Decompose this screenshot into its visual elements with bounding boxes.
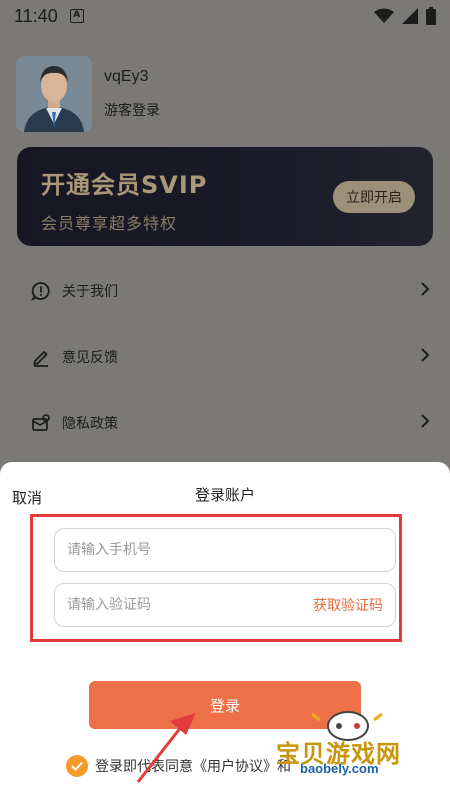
sheet-title: 登录账户 — [194, 486, 255, 504]
menu-item-feedback[interactable]: 意见反馈 — [30, 324, 430, 390]
watermark-url: baobely.com — [300, 761, 379, 776]
phone-field[interactable] — [54, 528, 396, 572]
avatar[interactable] — [16, 56, 92, 132]
privacy-icon — [30, 412, 52, 434]
status-time: 11:40 — [14, 5, 58, 26]
user-agreement-link[interactable]: 《用户协议》 — [193, 756, 277, 776]
vip-open-button[interactable]: 立即开启 — [333, 181, 415, 213]
profile[interactable]: vqEy3 游客登录 — [16, 56, 160, 132]
menu-label-privacy: 隐私政策 — [62, 416, 118, 432]
signal-icon — [402, 8, 418, 24]
check-icon — [71, 761, 83, 771]
menu-label-about: 关于我们 — [62, 284, 118, 300]
phone-input[interactable] — [67, 542, 383, 558]
menu-item-privacy[interactable]: 隐私政策 — [30, 390, 430, 456]
chevron-right-icon — [420, 347, 430, 367]
agree-checkbox[interactable] — [66, 755, 88, 777]
menu-item-about[interactable]: 关于我们 — [30, 258, 430, 324]
settings-menu: 关于我们 意见反馈 隐私政策 — [30, 258, 430, 456]
chevron-right-icon — [420, 413, 430, 433]
menu-label-feedback: 意见反馈 — [62, 350, 118, 366]
login-type: 游客登录 — [104, 103, 160, 119]
chevron-right-icon — [420, 281, 430, 301]
cancel-button[interactable]: 取消 — [12, 487, 42, 508]
status-bar: 11:40 A — [0, 0, 450, 32]
username: vqEy3 — [104, 68, 149, 85]
info-icon — [30, 280, 52, 302]
code-field[interactable]: 获取验证码 — [54, 583, 396, 627]
agreement-prefix: 登录即代表同意 — [95, 759, 193, 775]
get-code-button[interactable]: 获取验证码 — [313, 595, 383, 615]
pencil-icon — [30, 346, 52, 368]
status-icons — [374, 7, 436, 25]
code-input[interactable] — [67, 597, 313, 613]
vip-banner[interactable]: 开通会员SVIP 会员尊享超多特权 立即开启 — [17, 147, 433, 246]
vip-subtitle: 会员尊享超多特权 — [41, 214, 178, 233]
agreement-row: 登录即代表同意 《用户协议》 和 — [66, 755, 291, 777]
wifi-icon — [374, 8, 394, 23]
a-icon: A — [69, 9, 84, 23]
battery-icon — [426, 7, 436, 25]
